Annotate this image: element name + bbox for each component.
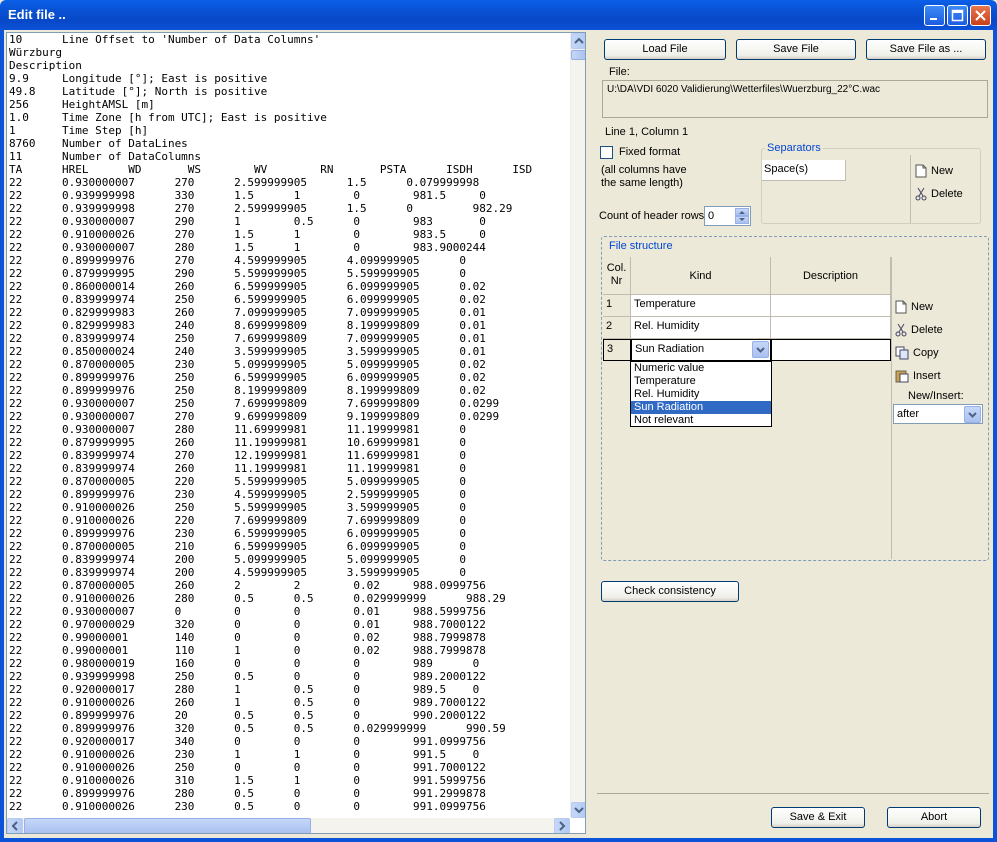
dropdown-option[interactable]: Numeric value	[631, 362, 771, 375]
fixed-format-label: Fixed format	[619, 146, 681, 158]
bottom-divider	[597, 793, 989, 794]
structure-insert-button[interactable]: Insert	[895, 369, 941, 383]
kind-combo-value: Sun Radiation	[635, 343, 705, 355]
kind-cell[interactable]: Temperature	[631, 295, 771, 317]
grid-divider	[891, 257, 892, 559]
kind-combo-button[interactable]	[752, 341, 769, 358]
title-bar: Edit file ..	[0, 0, 997, 30]
separator-delete-button[interactable]: Delete	[915, 187, 963, 201]
kind-header: Kind	[631, 257, 771, 295]
vertical-scroll-thumb[interactable]	[571, 50, 585, 60]
minimize-icon	[930, 18, 937, 20]
maximize-button[interactable]	[947, 5, 968, 26]
chevron-down-icon	[968, 412, 977, 418]
horizontal-scroll-thumb[interactable]	[24, 818, 311, 833]
fixed-format-note: (all columns have the same length)	[601, 164, 687, 189]
description-cell[interactable]	[771, 339, 891, 361]
new-document-icon	[895, 300, 907, 314]
new-insert-dropdown-button[interactable]	[964, 406, 981, 423]
dropdown-option[interactable]: Rel. Humidity	[631, 388, 771, 401]
structure-new-label: New	[911, 300, 934, 313]
kind-cell[interactable]: Rel. Humidity	[631, 317, 771, 339]
new-insert-value: after	[897, 408, 920, 420]
save-file-as-button[interactable]: Save File as ...	[866, 39, 986, 60]
separator-new-label: New	[931, 164, 954, 177]
structure-delete-button[interactable]: Delete	[895, 323, 943, 337]
separators-title: Separators	[765, 142, 823, 154]
chevron-left-icon	[11, 821, 18, 831]
load-file-button[interactable]: Load File	[604, 39, 726, 60]
chevron-down-icon	[756, 347, 765, 353]
description-header: Description	[771, 257, 891, 295]
chevron-down-icon	[739, 218, 745, 221]
new-insert-label: New/Insert:	[908, 390, 964, 402]
kind-dropdown-list[interactable]: Numeric value Temperature Rel. Humidity …	[630, 361, 772, 427]
file-structure-title: File structure	[607, 240, 675, 252]
col-nr-header: Col. Nr	[603, 257, 631, 295]
new-insert-select[interactable]: after	[893, 404, 983, 424]
separator-delete-label: Delete	[931, 187, 963, 200]
scissors-icon	[895, 323, 907, 337]
window-title: Edit file ..	[8, 7, 66, 22]
horizontal-scrollbar[interactable]	[7, 818, 570, 833]
save-exit-button[interactable]: Save & Exit	[771, 807, 865, 828]
separator-item[interactable]: Space(s)	[762, 160, 846, 181]
header-rows-spinner[interactable]: 0	[704, 206, 751, 226]
minimize-button[interactable]	[924, 5, 945, 26]
dropdown-option[interactable]: Not relevant	[631, 414, 771, 427]
file-path-field: U:\DA\VDI 6020 Validierung\Wetterfiles\W…	[602, 80, 988, 118]
structure-copy-button[interactable]: Copy	[895, 346, 939, 360]
close-icon	[975, 10, 986, 21]
separator-item-label: Space(s)	[764, 163, 809, 175]
paste-icon	[895, 370, 909, 383]
scroll-up-button[interactable]	[571, 33, 585, 49]
row-nr: 1	[603, 295, 631, 317]
chevron-up-icon	[574, 37, 584, 44]
separator-list-blank	[846, 160, 909, 223]
chevron-up-icon	[739, 211, 745, 214]
description-cell[interactable]	[771, 317, 891, 339]
spin-up-button[interactable]	[735, 208, 749, 216]
panel-splitter[interactable]	[586, 30, 590, 838]
separator-new-button[interactable]: New	[915, 164, 953, 178]
header-rows-value: 0	[708, 210, 715, 222]
scroll-right-button[interactable]	[554, 818, 570, 833]
scroll-left-button[interactable]	[7, 818, 23, 833]
fixed-format-checkbox[interactable]	[600, 146, 613, 159]
cursor-position: Line 1, Column 1	[605, 126, 689, 138]
copy-icon	[895, 346, 909, 360]
file-label: File:	[609, 66, 630, 78]
vertical-scrollbar[interactable]	[570, 33, 585, 818]
structure-insert-label: Insert	[913, 369, 941, 382]
dropdown-option-selected[interactable]: Sun Radiation	[631, 401, 771, 414]
structure-copy-label: Copy	[913, 346, 939, 359]
file-text-editor[interactable]: 10 Line Offset to 'Number of Data Column…	[6, 32, 586, 834]
new-document-icon	[915, 164, 927, 178]
scroll-down-button[interactable]	[571, 802, 585, 818]
dropdown-option[interactable]: Temperature	[631, 375, 771, 388]
row-nr: 3	[603, 339, 631, 361]
structure-delete-label: Delete	[911, 323, 943, 336]
check-consistency-button[interactable]: Check consistency	[601, 581, 739, 602]
divider	[910, 155, 911, 223]
abort-button[interactable]: Abort	[887, 807, 981, 828]
file-text-content[interactable]: 10 Line Offset to 'Number of Data Column…	[9, 33, 532, 813]
save-file-button[interactable]: Save File	[736, 39, 856, 60]
scissors-icon	[915, 187, 927, 201]
description-cell[interactable]	[771, 295, 891, 317]
maximize-icon	[951, 9, 964, 22]
header-rows-label: Count of header rows	[599, 210, 705, 222]
row-nr: 2	[603, 317, 631, 339]
spin-down-button[interactable]	[735, 216, 749, 224]
chevron-down-icon	[574, 807, 584, 814]
close-button[interactable]	[970, 5, 991, 26]
chevron-right-icon	[559, 821, 566, 831]
structure-new-button[interactable]: New	[895, 300, 933, 314]
kind-combo[interactable]: Sun Radiation	[631, 339, 771, 361]
